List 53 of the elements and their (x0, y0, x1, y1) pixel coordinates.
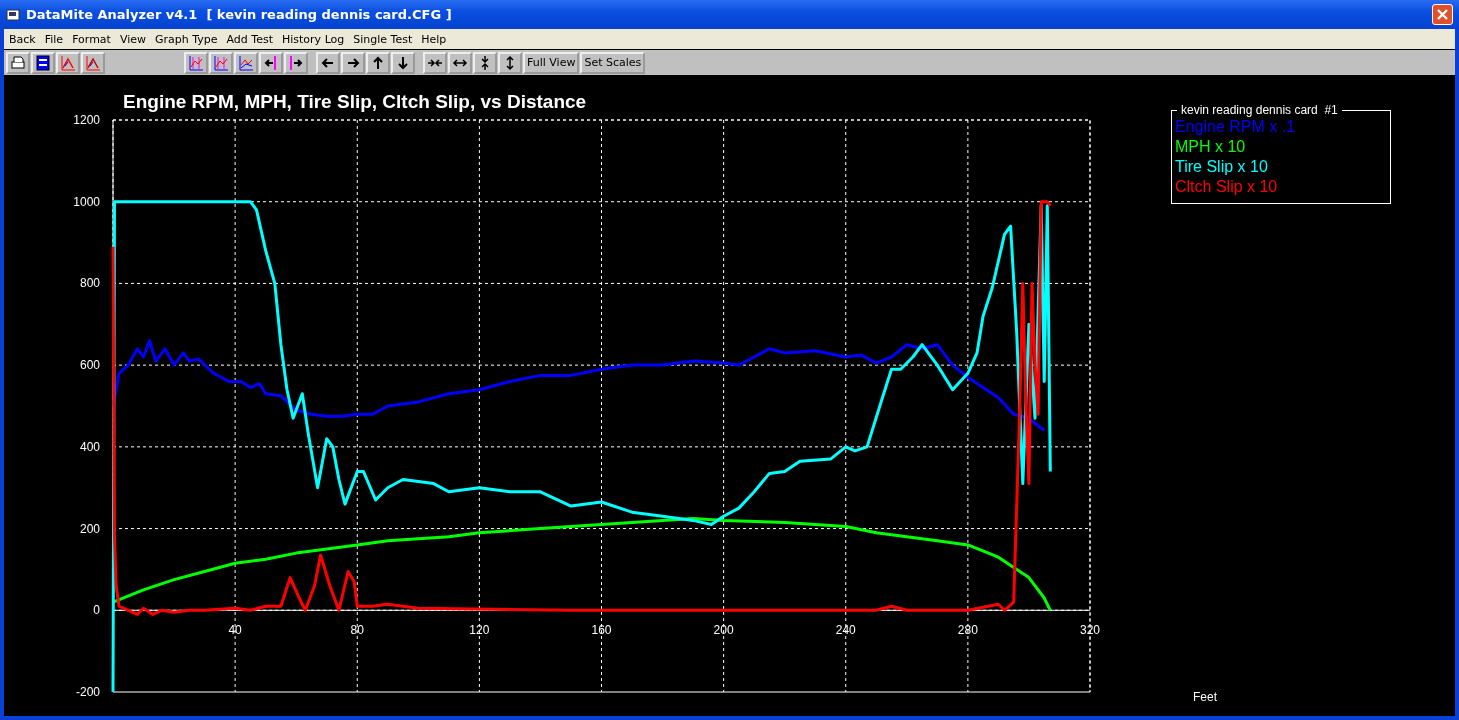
y-tick-label: 1200 (73, 113, 100, 127)
x-tick-label: 40 (228, 623, 242, 638)
legend-entry: Engine RPM x .1 (1175, 117, 1297, 137)
x-tick-label: 120 (469, 623, 490, 638)
x-tick-label: 280 (957, 623, 978, 638)
window-icon[interactable] (31, 51, 55, 74)
arrow-left-icon[interactable] (259, 51, 283, 74)
window-title: DataMite Analyzer v4.1 [ kevin reading dennis card.CFG ] (26, 7, 453, 22)
x-tick-label: 160 (591, 623, 612, 638)
menu-item[interactable]: Back (6, 32, 42, 46)
arrow-down-icon[interactable] (391, 51, 415, 74)
line-chart-icon[interactable] (234, 51, 258, 74)
menu-item[interactable]: Graph Type (152, 32, 224, 46)
y-tick-label: 0 (93, 603, 100, 618)
x-tick-label: 320 (1080, 623, 1100, 638)
arrow-left-icon[interactable] (316, 51, 340, 74)
close-button[interactable] (1432, 4, 1453, 25)
chart-icon[interactable] (209, 51, 233, 74)
menu-item[interactable]: Add Test (223, 32, 279, 46)
close-icon (1436, 8, 1449, 21)
legend-title: kevin reading dennis card #1 (1177, 103, 1342, 117)
chart-icon[interactable] (56, 51, 80, 74)
window-icon (6, 7, 20, 22)
menu-item[interactable]: Format (69, 32, 117, 46)
y-tick-label: 600 (79, 358, 100, 373)
x-tick-label: 240 (835, 623, 856, 638)
arrow-right-icon[interactable] (341, 51, 365, 74)
legend-entry: Tire Slip x 10 (1175, 157, 1269, 177)
y-tick-label: -200 (75, 685, 100, 699)
y-tick-label: 1000 (73, 194, 100, 209)
toolbar-button[interactable]: Full View (523, 51, 580, 74)
x-tick-label: 80 (350, 623, 364, 638)
y-tick-label: 200 (79, 521, 100, 536)
menu-item[interactable]: File (41, 32, 70, 46)
arrow-up-icon[interactable] (366, 51, 390, 74)
menu-item[interactable]: History Log (279, 32, 351, 46)
legend-entry: MPH x 10 (1175, 137, 1247, 157)
menu-item[interactable]: Single Test (350, 32, 419, 46)
chart-title: Engine RPM, MPH, Tire Slip, Cltch Slip, vs Distance (123, 91, 587, 112)
menu-item[interactable]: View (116, 32, 152, 46)
legend-entry: Cltch Slip x 10 (1175, 177, 1279, 197)
arrow-right-icon[interactable] (284, 51, 308, 74)
y-tick-label: 800 (79, 276, 100, 291)
unit-label: Feet (1193, 690, 1217, 704)
toolbar-button[interactable]: Set Scales (580, 51, 646, 74)
y-tick-label: 400 (79, 439, 100, 454)
printer-icon[interactable] (6, 51, 30, 74)
menu-item[interactable]: Help (418, 32, 453, 46)
chart-icon[interactable] (81, 51, 105, 74)
arrows-inward-icon[interactable] (473, 51, 497, 74)
x-tick-label: 200 (713, 623, 734, 638)
chart-icon[interactable] (184, 51, 208, 74)
arrows-inward-icon[interactable] (423, 51, 447, 74)
